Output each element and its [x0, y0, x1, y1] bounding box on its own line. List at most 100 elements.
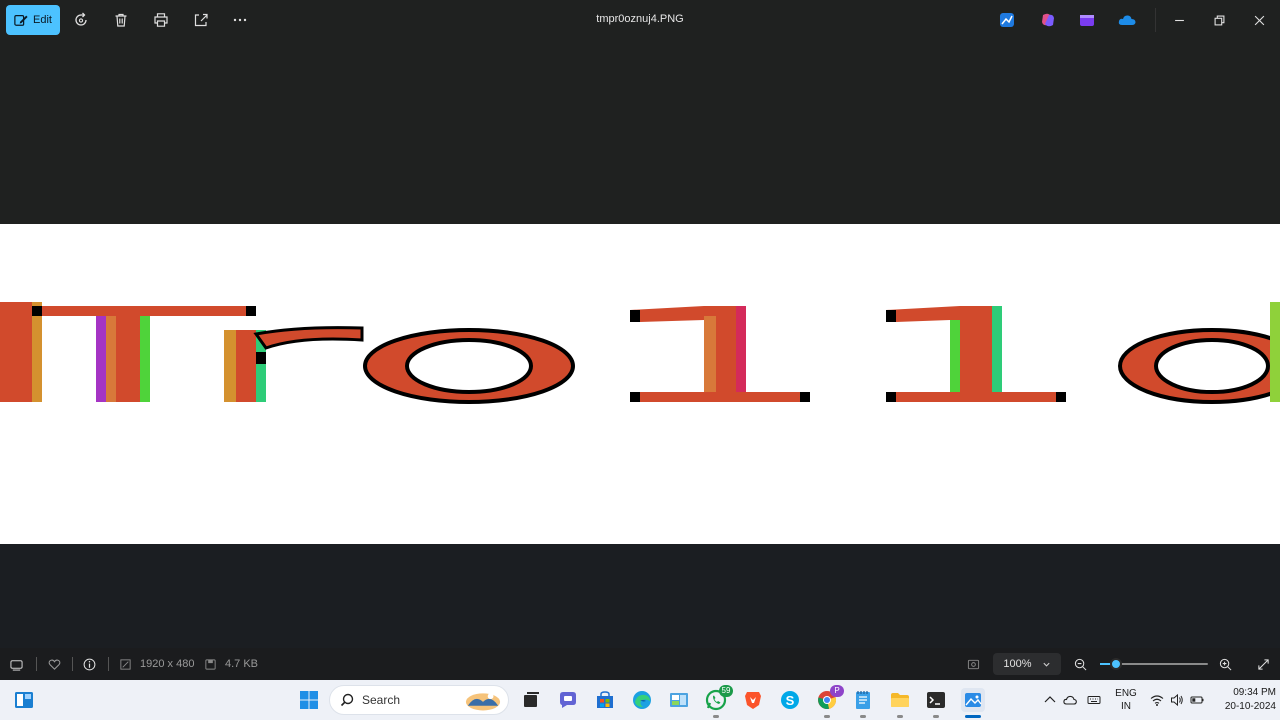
- microsoft-store-button[interactable]: [593, 688, 617, 712]
- zoom-out-icon: [1074, 658, 1086, 670]
- control-panel-icon: [670, 693, 688, 707]
- image-dimensions: 1920 x 480: [140, 658, 195, 670]
- running-indicator: [824, 715, 830, 718]
- skype-button[interactable]: S: [778, 688, 802, 712]
- stripe-magenta: [736, 306, 746, 392]
- control-panel-button[interactable]: [667, 688, 691, 712]
- divider: [36, 657, 37, 671]
- captcha-text-image: [0, 302, 1280, 404]
- zoom-level-dropdown[interactable]: 100%: [993, 653, 1061, 675]
- stripe-gold: [32, 302, 42, 402]
- photos-button[interactable]: [961, 688, 985, 718]
- battery-button[interactable]: [1190, 693, 1204, 707]
- terminal-button[interactable]: [924, 688, 948, 718]
- file-explorer-button[interactable]: [888, 688, 912, 718]
- language-code: ENG: [1115, 688, 1137, 699]
- dimensions-icon-wrap: [117, 656, 133, 672]
- stripe-lime: [1270, 302, 1280, 402]
- window-controls-divider: [1155, 8, 1156, 32]
- windows-start-icon: [300, 691, 318, 709]
- fit-screen-icon: [967, 659, 979, 669]
- photos-editor-button[interactable]: [998, 11, 1016, 29]
- taskbar: Search 59 S P ENG IN 09:34 PM 20-10-2024: [0, 680, 1280, 720]
- widgets-button[interactable]: [12, 688, 36, 712]
- input-language-indicator[interactable]: ENG IN: [1112, 687, 1140, 713]
- title-bar: Edit tmpr0oznuj4.PNG: [0, 0, 1280, 40]
- delete-button[interactable]: [111, 10, 131, 30]
- more-icon: [233, 18, 247, 22]
- clock-time: 09:34 PM: [1233, 687, 1276, 698]
- outline-block: [800, 392, 810, 402]
- file-title: tmpr0oznuj4.PNG: [596, 13, 684, 25]
- stripe-green: [140, 316, 150, 402]
- more-options-button[interactable]: [230, 10, 250, 30]
- zoom-out-button[interactable]: [1072, 656, 1088, 672]
- keyboard-tray-button[interactable]: [1087, 693, 1101, 707]
- edge-button[interactable]: [630, 688, 654, 712]
- running-indicator: [860, 715, 866, 718]
- fit-to-window-button[interactable]: [965, 656, 981, 672]
- divider: [108, 657, 109, 671]
- onedrive-tray-button[interactable]: [1063, 693, 1077, 707]
- start-button[interactable]: [297, 688, 321, 712]
- filmstrip-button[interactable]: [8, 656, 24, 672]
- zoom-in-button[interactable]: [1217, 656, 1233, 672]
- fullscreen-button[interactable]: [1255, 656, 1271, 672]
- clipchamp-button[interactable]: [1078, 11, 1096, 29]
- zoom-slider-thumb[interactable]: [1110, 658, 1122, 670]
- copilot-icon: [1042, 13, 1054, 27]
- widgets-icon: [15, 692, 33, 708]
- show-hidden-icons-button[interactable]: [1043, 693, 1057, 707]
- stripe-green: [950, 320, 960, 392]
- search-placeholder: Search: [362, 693, 401, 707]
- close-button[interactable]: [1251, 12, 1267, 28]
- outline-block: [630, 310, 640, 322]
- skype-icon: S: [781, 691, 799, 709]
- network-button[interactable]: [1150, 693, 1164, 707]
- brave-button[interactable]: [741, 688, 765, 712]
- keyboard-icon: [1087, 696, 1101, 704]
- minimize-button[interactable]: [1171, 12, 1187, 28]
- glyph-one-b: [886, 306, 1066, 402]
- print-button[interactable]: [151, 10, 171, 30]
- active-app-indicator: [965, 715, 981, 718]
- folder-icon: [891, 693, 909, 707]
- notepad-button[interactable]: [851, 688, 875, 718]
- share-icon: [194, 13, 208, 27]
- print-icon: [154, 13, 168, 27]
- chrome-button[interactable]: P: [815, 685, 844, 718]
- running-indicator: [713, 715, 719, 718]
- system-clock[interactable]: 09:34 PM 20-10-2024: [1208, 686, 1276, 714]
- taskbar-search-box[interactable]: Search: [329, 685, 509, 715]
- outline-block: [630, 392, 640, 402]
- glyph-d-counter: [1154, 338, 1270, 394]
- task-view-button[interactable]: [519, 688, 543, 712]
- running-indicator: [897, 715, 903, 718]
- whatsapp-button[interactable]: 59: [704, 685, 733, 718]
- dimensions-icon: [119, 658, 131, 670]
- minimize-icon: [1174, 19, 1184, 21]
- copilot-button[interactable]: [1039, 11, 1057, 29]
- favorite-button[interactable]: [46, 656, 62, 672]
- teams-icon: [560, 692, 576, 708]
- share-button[interactable]: [191, 10, 211, 30]
- rotate-button[interactable]: [71, 10, 91, 30]
- edit-button[interactable]: Edit: [6, 5, 60, 35]
- photos-icon: [965, 693, 982, 707]
- info-icon: [83, 658, 95, 670]
- save-disk-icon: [204, 658, 216, 670]
- displayed-image[interactable]: [0, 224, 1280, 544]
- clipchamp-icon: [1080, 15, 1094, 26]
- store-icon: [597, 691, 613, 708]
- restore-button[interactable]: [1211, 12, 1227, 28]
- chrome-profile-badge: P: [830, 685, 844, 697]
- volume-button[interactable]: [1170, 693, 1184, 707]
- notepad-icon: [856, 691, 870, 709]
- file-info-button[interactable]: [81, 656, 97, 672]
- delete-icon: [115, 13, 127, 27]
- onedrive-button[interactable]: [1118, 11, 1136, 29]
- status-bar: 1920 x 480 4.7 KB 100%: [0, 648, 1280, 680]
- filmstrip-icon: [9, 659, 23, 671]
- teams-chat-button[interactable]: [556, 688, 580, 712]
- image-canvas[interactable]: [0, 40, 1280, 648]
